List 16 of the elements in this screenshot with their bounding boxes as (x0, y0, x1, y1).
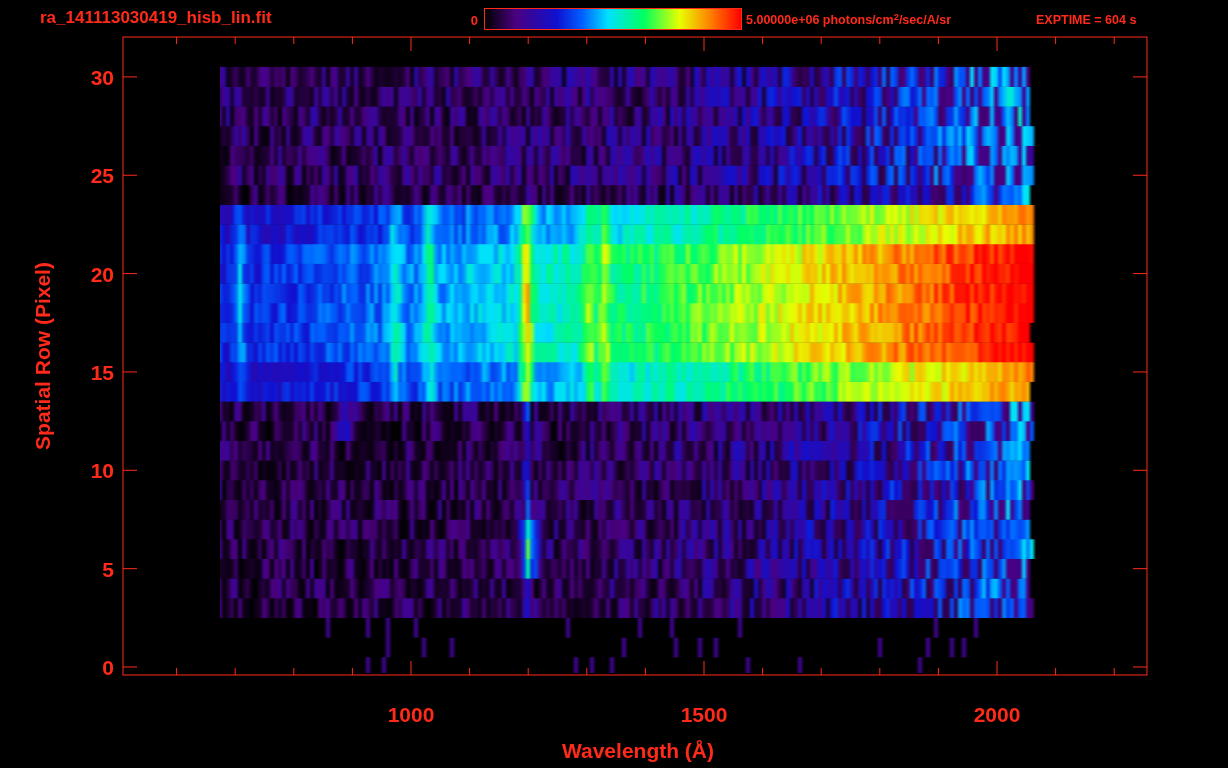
x-tick-label: 1500 (680, 703, 728, 726)
y-tick-label: 20 (90, 262, 114, 286)
y-tick-label: 10 (90, 459, 114, 483)
x-tick-label: 1000 (387, 703, 435, 726)
x-tick-label: 2000 (973, 703, 1021, 726)
colorbar-min-label: 0 (469, 11, 479, 30)
x-axis-title: Wavelength (Å) (561, 739, 715, 762)
y-tick-label: 5 (102, 557, 114, 581)
exposure-time-label: EXPTIME = 604 s (1036, 12, 1137, 30)
y-axis-title: Spatial Row (Pixel) (31, 262, 54, 450)
y-tick-label: 0 (102, 655, 114, 679)
y-tick-label: 15 (90, 360, 114, 384)
y-tick-label: 25 (90, 164, 114, 188)
plot-title: ra_141113030419_hisb_lin.fit (40, 6, 273, 29)
y-tick-label: 30 (90, 66, 114, 89)
colorbar-max-label: 5.00000e+06 photons/cm$^{2}$/sec/A/sr (746, 11, 952, 30)
